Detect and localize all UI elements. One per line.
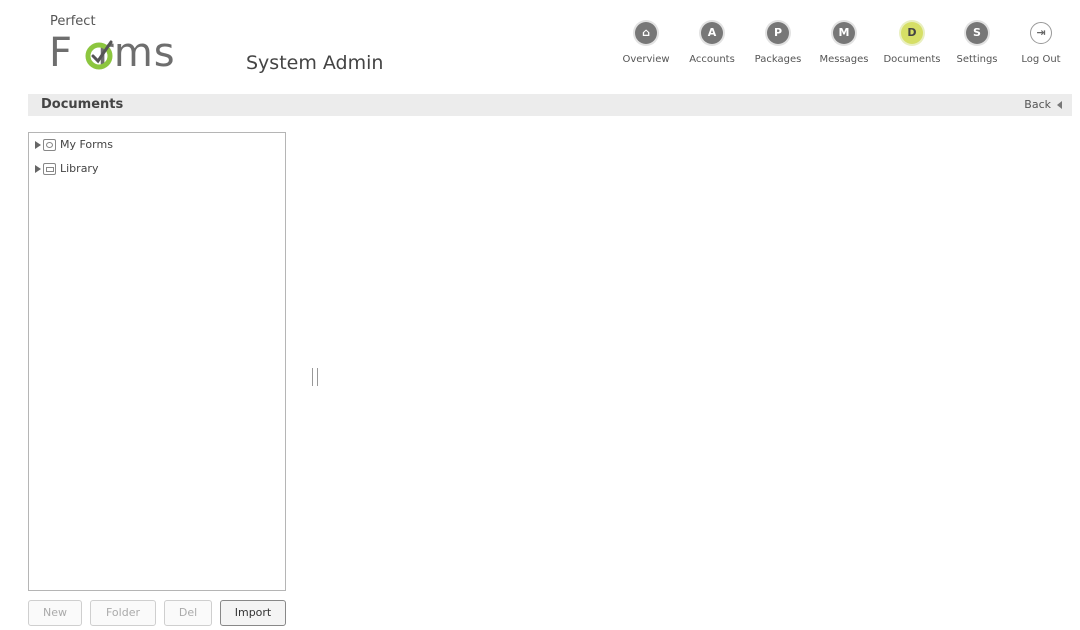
nav-label: Packages <box>754 54 802 65</box>
folder-button[interactable]: Folder <box>90 600 156 626</box>
tree-item-label: Library <box>60 162 99 175</box>
import-button[interactable]: Import <box>220 600 286 626</box>
section-header: Documents Back <box>28 94 1072 116</box>
document-tree[interactable]: My Forms Library <box>28 132 286 591</box>
expand-arrow-icon[interactable] <box>35 141 41 149</box>
home-icon: ⌂ <box>635 22 657 44</box>
nav-logout[interactable]: ⇥ Log Out <box>1016 22 1066 72</box>
nav-label: Documents <box>883 54 941 65</box>
my-forms-icon <box>43 139 56 151</box>
nav-overview[interactable]: ⌂ Overview <box>620 22 672 72</box>
nav-settings[interactable]: S Settings <box>952 22 1002 72</box>
nav-label: Overview <box>622 54 670 65</box>
nav-label: Log Out <box>1021 54 1061 65</box>
nav-label: Settings <box>956 54 998 65</box>
messages-icon: M <box>833 22 855 44</box>
settings-icon: S <box>966 22 988 44</box>
tree-item-label: My Forms <box>60 138 113 151</box>
back-link[interactable]: Back <box>1024 98 1062 111</box>
top-nav: ⌂ Overview A Accounts P Packages M Messa… <box>0 22 1080 72</box>
nav-accounts[interactable]: A Accounts <box>686 22 738 72</box>
packages-icon: P <box>767 22 789 44</box>
accounts-icon: A <box>701 22 723 44</box>
expand-arrow-icon[interactable] <box>35 165 41 173</box>
nav-label: Messages <box>819 54 869 65</box>
library-icon <box>43 163 56 175</box>
nav-packages[interactable]: P Packages <box>752 22 804 72</box>
new-button[interactable]: New <box>28 600 82 626</box>
tree-item-library[interactable]: Library <box>35 162 98 178</box>
logout-icon: ⇥ <box>1030 22 1052 44</box>
delete-button[interactable]: Del <box>164 600 212 626</box>
section-title: Documents <box>41 97 124 112</box>
panel-splitter[interactable] <box>312 368 318 386</box>
header: Perfect Forms System Admin ⌂ Overview A … <box>0 0 1080 90</box>
nav-documents[interactable]: D Documents <box>880 22 944 72</box>
nav-messages[interactable]: M Messages <box>818 22 870 72</box>
tree-item-my-forms[interactable]: My Forms <box>35 138 113 154</box>
back-arrow-icon <box>1057 101 1062 109</box>
back-label: Back <box>1024 98 1051 111</box>
documents-icon: D <box>901 22 923 44</box>
nav-label: Accounts <box>689 54 735 65</box>
